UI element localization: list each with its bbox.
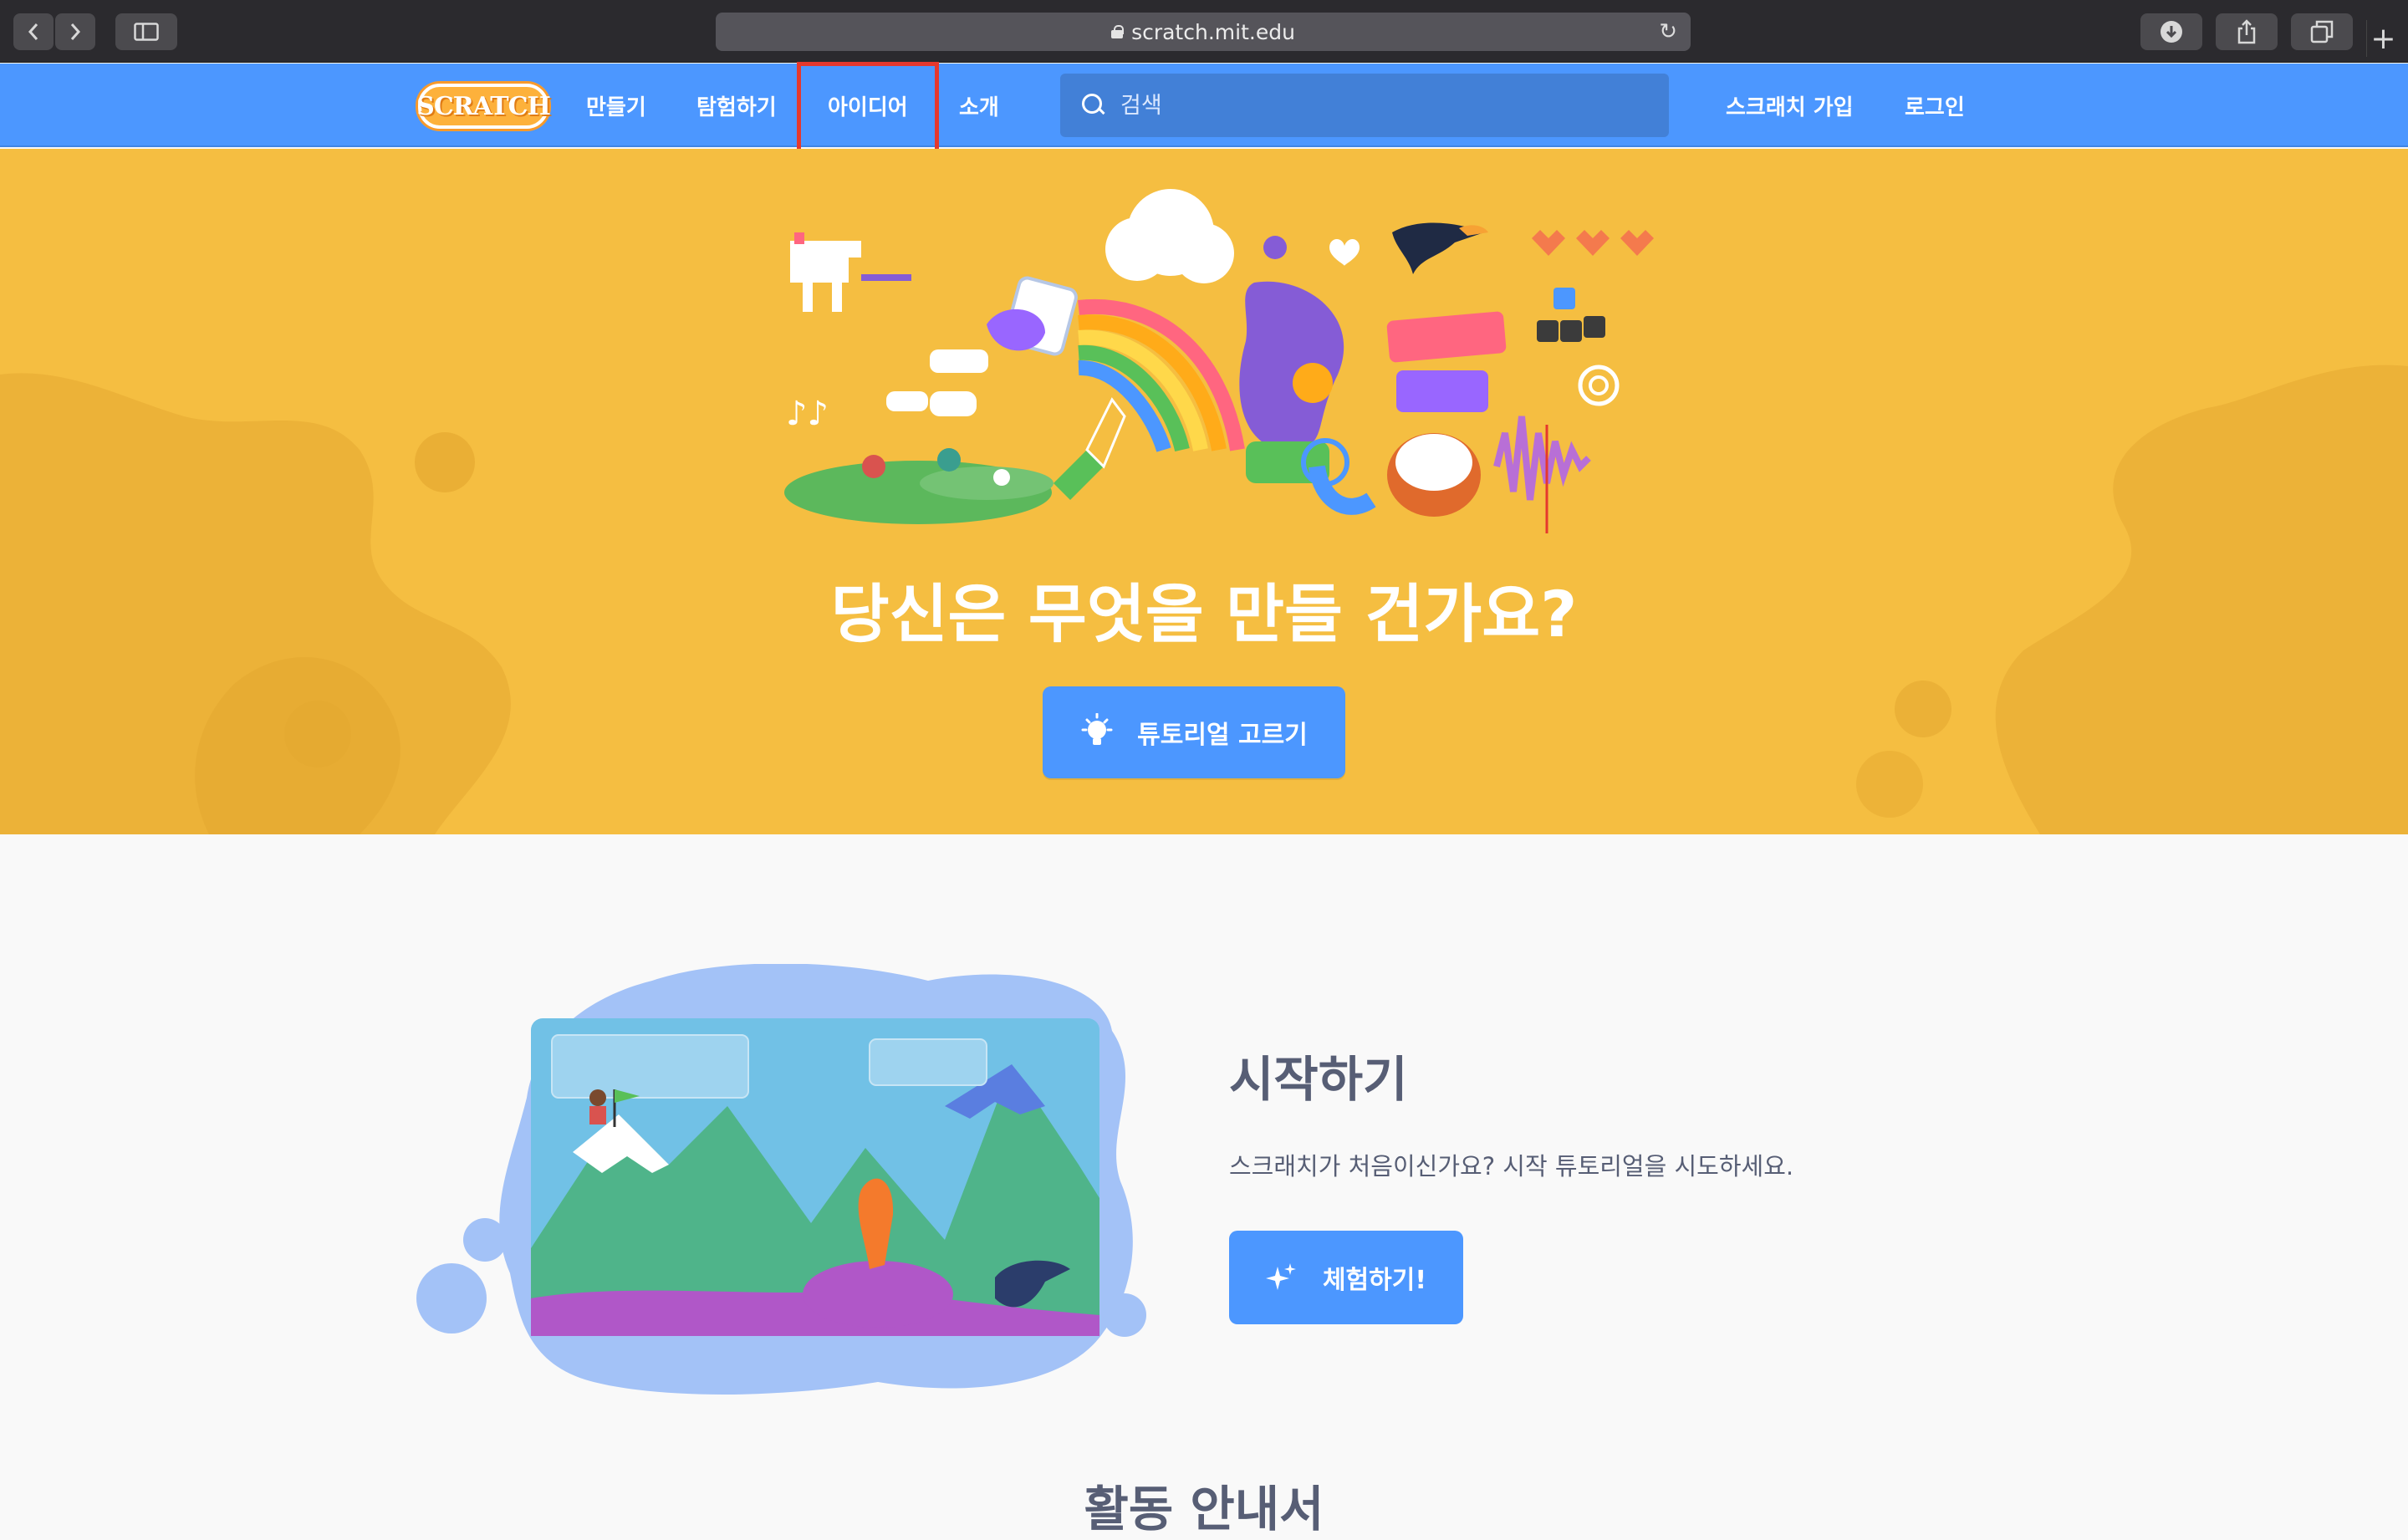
lock-icon bbox=[1111, 25, 1125, 38]
site-navbar: SCRATCH 만들기 탐험하기 아이디어 소개 스크래치 가입 로그인 bbox=[0, 64, 2408, 147]
search-input[interactable] bbox=[1120, 92, 1622, 119]
activity-guides-title: 활동 안내서 bbox=[1084, 1481, 1324, 1537]
forward-button[interactable] bbox=[55, 13, 95, 50]
lightbulb-icon bbox=[1081, 713, 1113, 745]
sidebar-icon bbox=[134, 23, 159, 41]
new-tab-button[interactable]: + bbox=[2366, 20, 2400, 57]
choose-tutorial-button[interactable]: 튜토리얼 고르기 bbox=[1043, 686, 1345, 778]
share-button[interactable] bbox=[2216, 13, 2278, 50]
nav-create[interactable]: 만들기 bbox=[586, 64, 646, 147]
try-it-button[interactable]: 체험하기! bbox=[1229, 1231, 1463, 1324]
search-icon bbox=[1082, 94, 1105, 117]
browser-toolbar: scratch.mit.edu ↻ + bbox=[0, 0, 2408, 63]
tabs-overview-button[interactable] bbox=[2291, 13, 2353, 50]
address-bar[interactable]: scratch.mit.edu ↻ bbox=[716, 13, 1691, 51]
sparkle-icon bbox=[1265, 1263, 1296, 1290]
ideas-highlight-outline bbox=[797, 62, 939, 153]
hero-title: 당신은 무엇을 만들 건가요? bbox=[830, 577, 1578, 651]
downloads-button[interactable] bbox=[2140, 13, 2202, 50]
getting-started-section: 시작하기 스크래치가 처음이신가요? 시작 튜토리얼을 시도하세요. 체험하기!… bbox=[0, 834, 2408, 1537]
try-it-label: 체험하기! bbox=[1322, 1266, 1427, 1295]
nav-explore[interactable]: 탐험하기 bbox=[696, 64, 777, 147]
getting-started-illustration bbox=[416, 964, 1146, 1395]
chevron-left-icon bbox=[28, 23, 38, 40]
back-button[interactable] bbox=[13, 13, 54, 50]
logo-text: SCRATCH bbox=[416, 91, 551, 121]
svg-text:♪♪: ♪♪ bbox=[786, 395, 829, 433]
hero-banner: ♪♪ 당신은 무엇을 만들 건가요? 튜토리얼 고르기 bbox=[0, 149, 2408, 834]
nav-join[interactable]: 스크래치 가입 bbox=[1726, 64, 1854, 147]
nav-about[interactable]: 소개 bbox=[959, 64, 999, 147]
nav-signin[interactable]: 로그인 bbox=[1905, 64, 1965, 147]
sidebar-toggle-button[interactable] bbox=[115, 13, 177, 50]
getting-started-title: 시작하기 bbox=[1229, 1051, 1408, 1108]
chevron-right-icon bbox=[70, 23, 81, 40]
url-text: scratch.mit.edu bbox=[1131, 19, 1295, 44]
choose-tutorial-label: 튜토리얼 고르기 bbox=[1137, 721, 1308, 750]
search-box[interactable] bbox=[1060, 74, 1669, 137]
scratch-logo[interactable]: SCRATCH bbox=[416, 84, 551, 129]
download-icon bbox=[2161, 21, 2182, 43]
share-icon bbox=[2237, 19, 2256, 44]
tabs-icon bbox=[2310, 20, 2334, 43]
getting-started-description: 스크래치가 처음이신가요? 시작 튜토리얼을 시도하세요. bbox=[1229, 1152, 1794, 1180]
reload-icon[interactable]: ↻ bbox=[1659, 19, 1677, 44]
